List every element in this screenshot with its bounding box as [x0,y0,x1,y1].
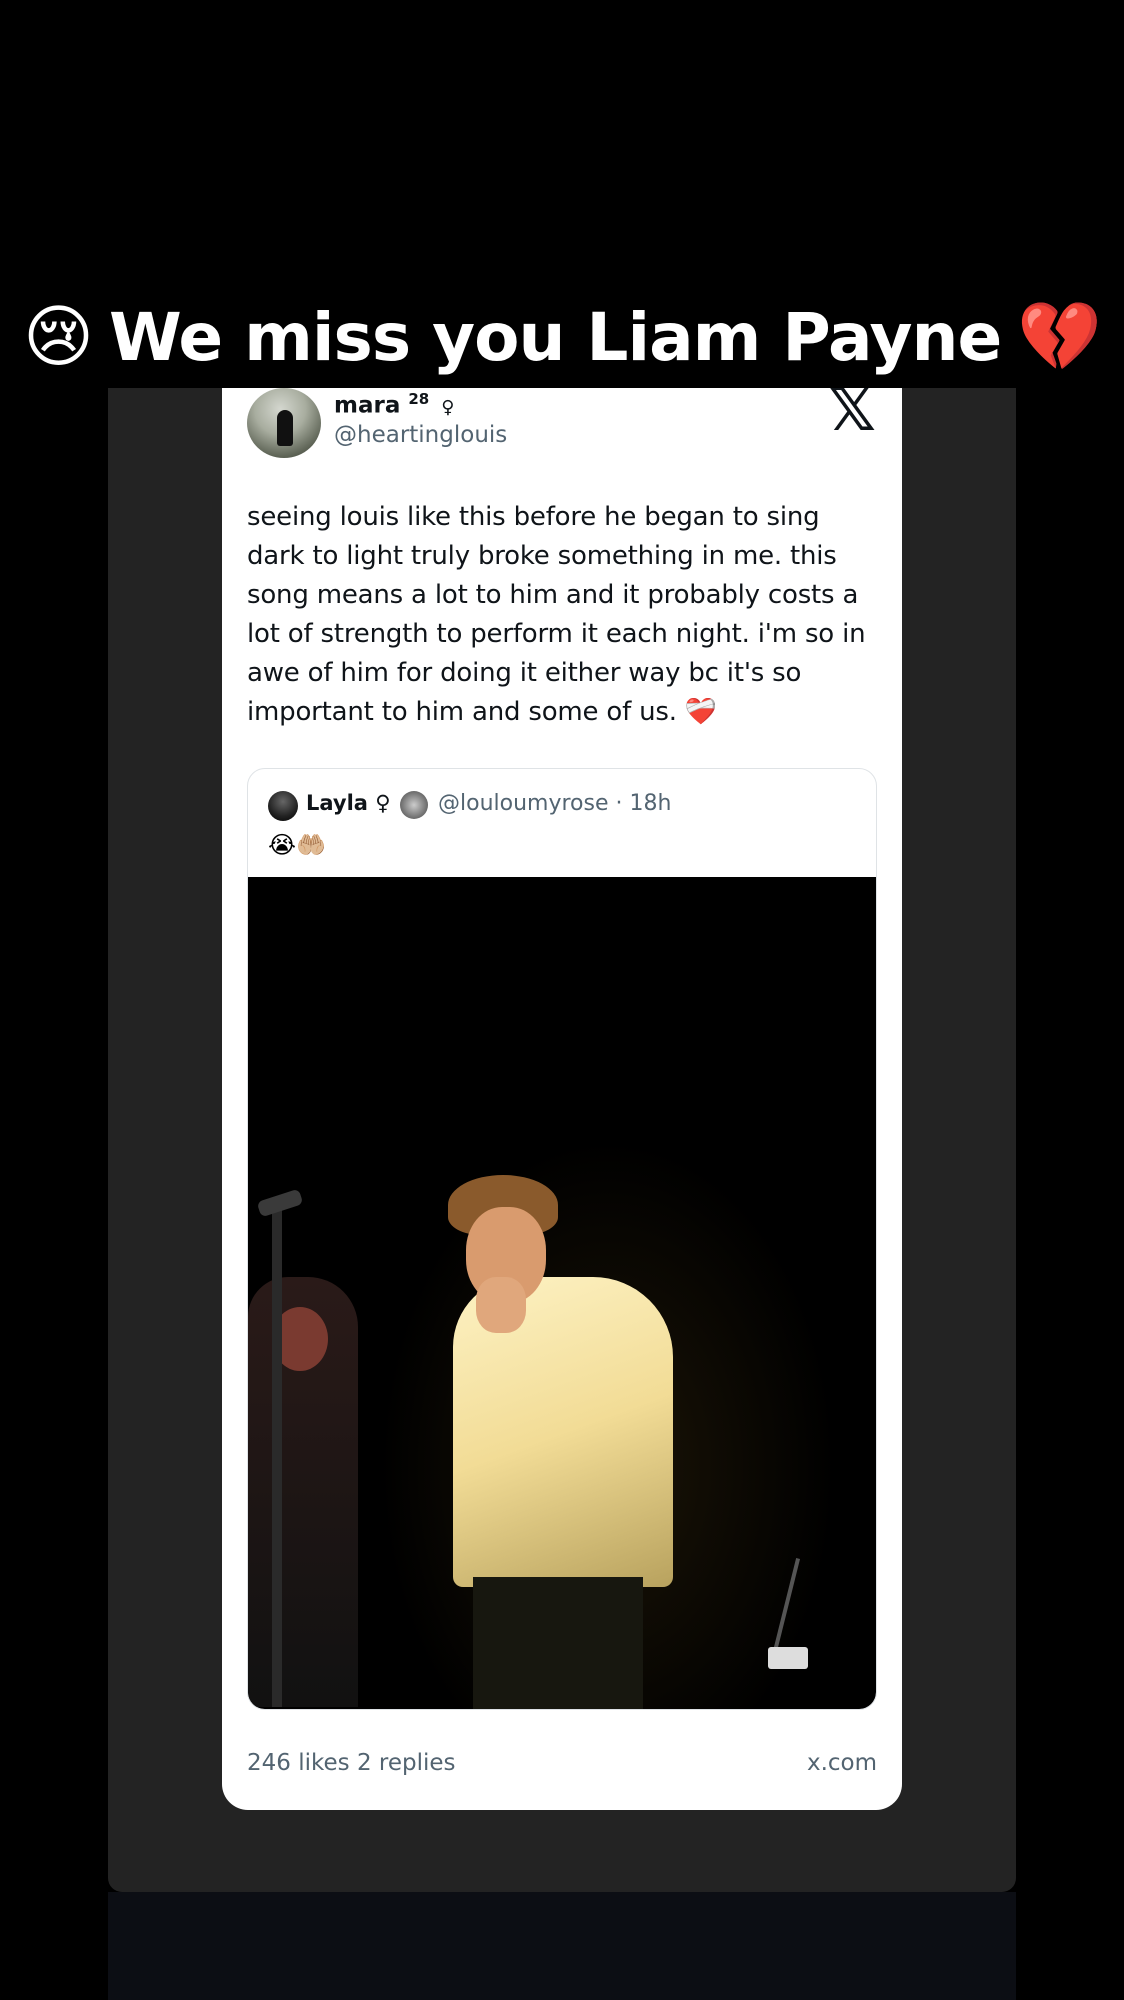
quote-avatar[interactable] [268,791,298,821]
female-sign-icon: ♀ [375,791,391,815]
tweet-body: seeing louis like this before he began t… [247,502,866,727]
caption-text: We miss you Liam Payne [108,298,1002,376]
quoted-tweet[interactable]: Layla ♀ @louloumyrose · 18h 😭🤲🏼 [247,768,877,1710]
crying-face-icon: 😢 [23,297,94,377]
quote-text: 😭🤲🏼 [268,831,326,859]
quote-badge-icon [400,791,428,819]
singer-hand [476,1277,526,1333]
likes-count[interactable]: 246 likes [247,1750,350,1776]
replies-count[interactable]: 2 replies [357,1750,456,1776]
source-url[interactable]: x.com [807,1750,877,1776]
display-name-superscript: 28 [408,390,430,408]
tweet-card[interactable]: mara 28 ♀ @heartinglouis 𝕏 seeing louis … [222,388,902,1810]
mending-heart-icon: ❤️‍🩹 [684,697,718,727]
avatar-figure [277,410,293,446]
tweet-text: seeing louis like this before he began t… [247,498,877,732]
avatar[interactable] [247,388,321,458]
stage-light [768,1647,808,1669]
female-sign-icon: ♀ [441,396,455,418]
user-handle[interactable]: @heartinglouis [334,422,507,448]
bottom-band [108,1892,1016,2000]
quote-display-name[interactable]: Layla ♀ [306,791,391,815]
quote-handle-time[interactable]: @louloumyrose · 18h [438,791,671,816]
broken-heart-icon: 💔 [1017,298,1102,377]
display-name-text: mara [334,392,401,419]
quote-display-name-text: Layla [306,791,368,815]
x-logo-icon: 𝕏 [827,388,876,445]
display-name[interactable]: mara 28 ♀ [334,390,454,419]
caption-overlay: 😢 We miss you Liam Payne 💔 [0,284,1124,390]
singer-trousers [473,1577,643,1709]
mic-stand [272,1207,282,1707]
tweet-footer: 246 likes 2 replies x.com [247,1750,877,1776]
video-media[interactable] [248,877,876,1709]
